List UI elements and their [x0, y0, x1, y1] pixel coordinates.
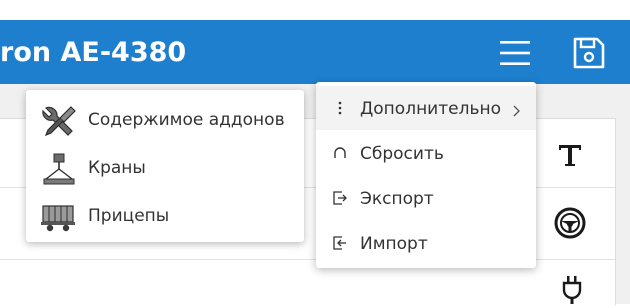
hamburger-menu-icon[interactable] [498, 38, 532, 72]
menu-item-label: Дополнительно [360, 99, 501, 119]
addons-menu: Содержимое аддонов Краны Прицепы [26, 90, 304, 242]
menu-item-more[interactable]: Дополнительно [316, 86, 536, 130]
page-title: ron AE-4380 [0, 37, 187, 68]
menu-item-label: Экспорт [360, 189, 434, 209]
chevron-right-icon [512, 102, 522, 117]
options-menu: Дополнительно Сбросить Экспорт Импорт [316, 82, 536, 268]
import-icon [332, 235, 348, 251]
menu-item-import[interactable]: Импорт [316, 221, 536, 265]
top-strip [0, 0, 630, 20]
menu-item-label: Содержимое аддонов [88, 110, 285, 130]
reset-arc-icon [332, 145, 348, 161]
vertical-dots-icon [332, 100, 348, 116]
menu-item-export[interactable]: Экспорт [316, 176, 536, 220]
plug-icon [560, 274, 584, 308]
menu-item-cranes[interactable]: Краны [26, 142, 304, 190]
wrench-screwdriver-icon [40, 104, 78, 138]
save-icon[interactable] [572, 36, 606, 74]
app-header: ron AE-4380 [0, 20, 630, 84]
steering-wheel-icon [553, 206, 587, 244]
trailer-icon [40, 200, 78, 234]
text-t-icon [556, 141, 584, 173]
menu-item-label: Импорт [360, 234, 428, 254]
menu-item-trailers[interactable]: Прицепы [26, 190, 304, 238]
export-icon [332, 190, 348, 206]
menu-item-reset[interactable]: Сбросить [316, 131, 536, 175]
crane-hook-icon [40, 152, 78, 186]
menu-item-label: Сбросить [360, 144, 444, 164]
menu-item-addon-content[interactable]: Содержимое аддонов [26, 94, 304, 142]
menu-item-label: Краны [88, 158, 146, 178]
menu-item-label: Прицепы [88, 206, 170, 226]
